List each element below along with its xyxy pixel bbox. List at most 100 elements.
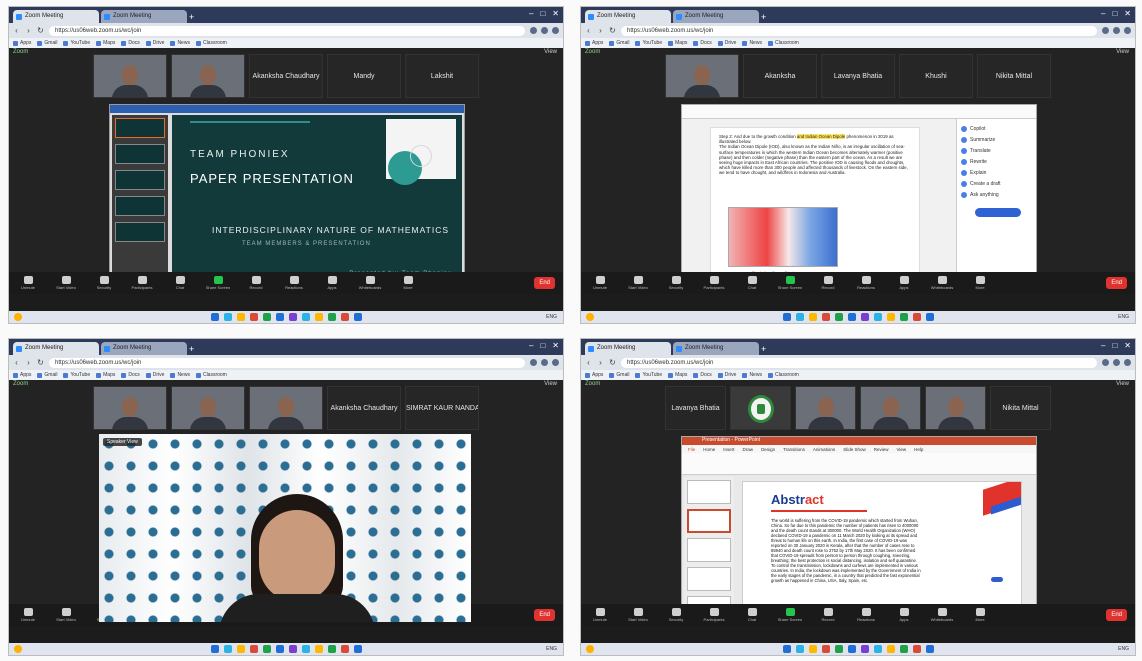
url-input[interactable]: https://us06web.zoom.us/wc/join [49, 25, 525, 36]
taskbar-app-icon[interactable] [808, 645, 817, 653]
zoom-control-button[interactable]: Participants [703, 276, 725, 290]
zoom-control-button[interactable]: Participants [703, 608, 725, 622]
zoom-control-button[interactable]: More [969, 608, 991, 622]
taskbar-app-icon[interactable] [795, 645, 804, 653]
bookmark-item[interactable]: Classroom [196, 371, 227, 379]
bookmark-item[interactable]: Apps [13, 371, 31, 379]
copilot-suggestion[interactable]: Explain [961, 167, 1032, 178]
participant-name-tile[interactable]: Akanksha Chaudhary [327, 386, 401, 430]
participant-name-tile[interactable]: Lavanya Bhatia [665, 386, 726, 430]
close-icon[interactable]: ✕ [552, 341, 559, 350]
bookmark-item[interactable]: Classroom [768, 39, 799, 47]
bookmark-item[interactable]: News [742, 39, 762, 47]
taskbar-app-icon[interactable] [925, 645, 934, 653]
back-icon[interactable]: ‹ [585, 26, 592, 35]
participant-video-tile[interactable] [249, 386, 323, 430]
bookmark-star-icon[interactable] [1113, 27, 1120, 34]
zoom-control-button[interactable]: Unmute [17, 608, 39, 622]
taskbar-app-icon[interactable] [210, 313, 219, 321]
participant-name-tile[interactable]: Nikita Mittal [977, 54, 1051, 98]
taskbar-app-icon[interactable] [899, 313, 908, 321]
ribbon-tab[interactable]: Home [703, 447, 715, 452]
minimize-icon[interactable]: – [529, 341, 533, 350]
browser-tab[interactable]: Zoom Meeting [13, 10, 99, 23]
participant-name-tile[interactable]: SIMRAT KAUR NANDA [405, 386, 479, 430]
taskbar-app-icon[interactable] [847, 313, 856, 321]
forward-icon[interactable]: › [25, 358, 32, 367]
taskbar-app-icon[interactable] [262, 313, 271, 321]
taskbar-app-icon[interactable] [821, 645, 830, 653]
zoom-control-button[interactable]: Whiteboards [931, 276, 953, 290]
taskbar-app-icon[interactable] [834, 313, 843, 321]
participant-logo-tile[interactable] [730, 386, 791, 430]
maximize-icon[interactable]: □ [1112, 341, 1117, 350]
participant-name-tile[interactable]: Lakshit [405, 54, 479, 98]
slide-thumbnail[interactable] [687, 538, 731, 562]
new-tab-button[interactable]: + [189, 343, 199, 355]
view-button[interactable]: View [544, 381, 557, 387]
zoom-control-button[interactable]: Reactions [855, 276, 877, 290]
url-input[interactable]: https://us06web.zoom.us/wc/join [49, 357, 525, 368]
minimize-icon[interactable]: – [1101, 9, 1105, 18]
slide-thumbnail[interactable] [115, 170, 165, 190]
browser-tab[interactable]: Zoom Meeting [585, 10, 671, 23]
url-input[interactable]: https://us06web.zoom.us/wc/join [621, 25, 1097, 36]
taskbar-app-icon[interactable] [353, 645, 362, 653]
new-tab-button[interactable]: + [761, 343, 771, 355]
end-meeting-button[interactable]: End [534, 609, 555, 621]
participant-name-tile[interactable]: Lavanya Bhatia [821, 54, 895, 98]
reload-icon[interactable]: ↻ [37, 26, 44, 35]
taskbar-app-icon[interactable] [834, 645, 843, 653]
bookmark-item[interactable]: Maps [668, 39, 687, 47]
participant-video-tile[interactable] [171, 54, 245, 98]
end-meeting-button[interactable]: End [534, 277, 555, 289]
participant-name-tile[interactable]: Mandy [327, 54, 401, 98]
zoom-control-button[interactable]: Participants [131, 276, 153, 290]
bookmark-star-icon[interactable] [1113, 359, 1120, 366]
copilot-suggestion[interactable]: Ask anything [961, 189, 1032, 200]
extension-icon[interactable] [530, 27, 537, 34]
taskbar-app-icon[interactable] [782, 645, 791, 653]
zoom-control-button[interactable]: Chat [169, 276, 191, 290]
zoom-control-button[interactable]: Share Screen [778, 276, 802, 290]
view-button[interactable]: View [1116, 49, 1129, 55]
extension-icon[interactable] [1102, 359, 1109, 366]
bookmark-item[interactable]: Gmail [37, 39, 57, 47]
taskbar-app-icon[interactable] [899, 645, 908, 653]
copilot-submit-button[interactable] [975, 208, 1021, 217]
maximize-icon[interactable]: □ [540, 9, 545, 18]
taskbar-app-icon[interactable] [327, 645, 336, 653]
url-input[interactable]: https://us06web.zoom.us/wc/join [621, 357, 1097, 368]
copilot-suggestion[interactable]: Create a draft [961, 178, 1032, 189]
bookmark-item[interactable]: Docs [121, 371, 139, 379]
bookmark-item[interactable]: News [170, 39, 190, 47]
zoom-control-button[interactable]: Unmute [589, 276, 611, 290]
new-tab-button[interactable]: + [761, 11, 771, 23]
slide-thumbnail[interactable] [115, 144, 165, 164]
ribbon-tab[interactable]: File [688, 447, 695, 452]
bookmark-item[interactable]: Maps [96, 371, 115, 379]
bookmark-item[interactable]: Drive [718, 371, 737, 379]
zoom-control-button[interactable]: Share Screen [778, 608, 802, 622]
taskbar-app-icon[interactable] [847, 645, 856, 653]
copilot-suggestion[interactable]: Copilot [961, 123, 1032, 134]
zoom-control-button[interactable]: Security [665, 276, 687, 290]
taskbar-app-icon[interactable] [262, 645, 271, 653]
bookmark-item[interactable]: Drive [146, 39, 165, 47]
profile-icon[interactable] [1124, 27, 1131, 34]
zoom-control-button[interactable]: Share Screen [206, 276, 230, 290]
taskbar-app-icon[interactable] [860, 645, 869, 653]
view-button[interactable]: View [1116, 381, 1129, 387]
taskbar-app-icon[interactable] [821, 313, 830, 321]
participant-video-tile[interactable] [93, 54, 167, 98]
participant-name-tile[interactable]: Akanksha [743, 54, 817, 98]
taskbar-app-icon[interactable] [314, 313, 323, 321]
minimize-icon[interactable]: – [529, 9, 533, 18]
browser-tab[interactable]: Zoom Meeting [13, 342, 99, 355]
ribbon-tab[interactable]: View [896, 447, 906, 452]
bookmark-item[interactable]: Maps [668, 371, 687, 379]
ribbon-tab[interactable]: Transitions [783, 447, 805, 452]
taskbar-app-icon[interactable] [886, 313, 895, 321]
ribbon-tab[interactable]: Review [874, 447, 889, 452]
bookmark-item[interactable]: News [170, 371, 190, 379]
